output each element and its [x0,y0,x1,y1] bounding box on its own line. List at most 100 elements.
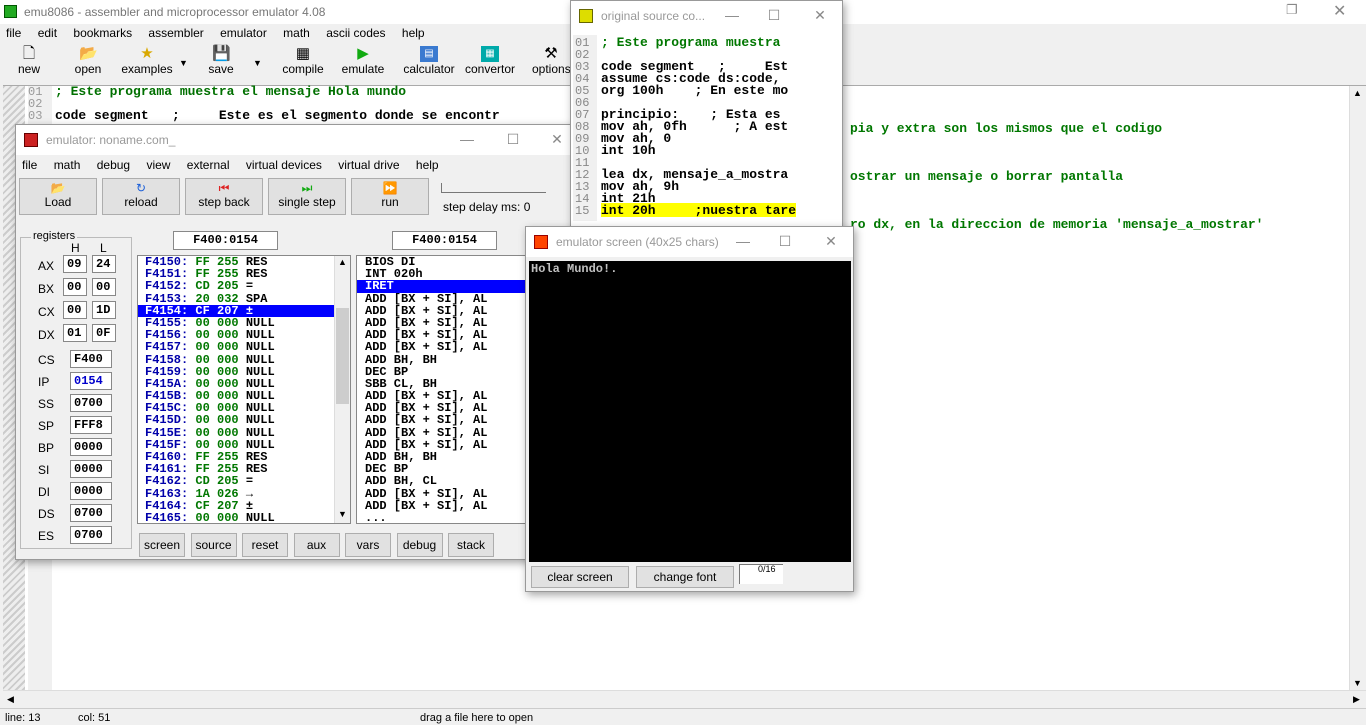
emulator-maximize-button[interactable]: ☐ [502,129,524,149]
register-sp[interactable]: FFF8 [70,416,112,434]
scroll-left-icon[interactable]: ◀ [7,694,14,705]
emu-menu-view[interactable]: view [146,158,170,172]
stack-button[interactable]: stack [448,533,494,557]
menu-assembler[interactable]: assembler [148,26,203,40]
step-delay-label: step delay ms: 0 [443,200,531,214]
register-cx-l[interactable]: 1D [92,301,116,319]
source-titlebar: original source co... — ☐ ✕ [571,1,842,31]
menu-file[interactable]: file [6,26,21,40]
emulate-button[interactable]: ▶ emulate [338,44,388,82]
editor-fragment: ostrar un mensaje o borrar pantalla [850,169,1124,184]
screen-app-icon [534,235,548,249]
emulator-titlebar: emulator: noname.com_ — ☐ ✕ [16,125,579,155]
single-step-icon: ⏭ [301,181,313,195]
register-bp[interactable]: 0000 [70,438,112,456]
register-ds[interactable]: 0700 [70,504,112,522]
display-output: Hola Mundo!. [531,262,618,276]
scroll-down-icon[interactable]: ▼ [338,509,347,519]
menu-help[interactable]: help [402,26,425,40]
source-close-button[interactable]: ✕ [809,5,831,25]
emu-menu-help[interactable]: help [416,158,439,172]
screen-title: emulator screen (40x25 chars) [556,235,719,249]
editor-vscrollbar[interactable]: ▲ ▼ [1349,86,1366,691]
examples-button[interactable]: ★ examples [118,44,176,82]
menu-ascii-codes[interactable]: ascii codes [326,26,385,40]
register-dx-h[interactable]: 01 [63,324,87,342]
source-button[interactable]: source [190,533,237,557]
screen-button[interactable]: screen [139,533,185,557]
emu-menu-external[interactable]: external [187,158,230,172]
emu-menu-debug[interactable]: debug [97,158,130,172]
reload-button[interactable]: ↻ reload [102,178,180,215]
register-bx-h[interactable]: 00 [63,278,87,296]
register-cx-h[interactable]: 00 [63,301,87,319]
menu-bookmarks[interactable]: bookmarks [73,26,132,40]
source-text: int 10h [601,143,656,158]
scroll-up-icon[interactable]: ▲ [1353,88,1362,98]
register-si[interactable]: 0000 [70,460,112,478]
convertor-button[interactable]: ▦ convertor [462,44,518,82]
convertor-icon: ▦ [481,46,499,62]
scroll-thumb[interactable] [336,308,349,404]
new-file-icon: 🗋 [22,45,36,62]
emu-menu-virtual-drive[interactable]: virtual drive [338,158,399,172]
clear-screen-button[interactable]: clear screen [531,566,629,588]
memory-scrollbar[interactable]: ▲ ▼ [334,256,350,523]
examples-dropdown-icon[interactable]: ▼ [179,58,188,68]
new-button[interactable]: 🗋 new [10,44,48,82]
main-close-button[interactable]: ✕ [1333,1,1346,21]
register-bx-l[interactable]: 00 [92,278,116,296]
load-button[interactable]: 📂 Load [19,178,97,215]
menu-math[interactable]: math [283,26,310,40]
editor-hscrollbar[interactable]: ◀ ▶ [3,690,1366,707]
step-delay-slider[interactable] [441,183,546,193]
screen-maximize-button[interactable]: ☐ [774,231,796,251]
memory-row[interactable]: F4165: 00 000 NULL [138,512,334,523]
run-button[interactable]: ⏩ run [351,178,429,215]
compile-button[interactable]: ▦ compile [278,44,328,82]
emulator-close-button[interactable]: ✕ [546,129,568,149]
register-cs[interactable]: F400 [70,350,112,368]
register-di[interactable]: 0000 [70,482,112,500]
source-maximize-button[interactable]: ☐ [763,5,785,25]
disasm-address-box[interactable]: F400:0154 [392,231,497,250]
emulator-minimize-button[interactable]: — [456,129,478,149]
scroll-down-icon[interactable]: ▼ [1353,678,1362,688]
register-dx-l[interactable]: 0F [92,324,116,342]
menu-edit[interactable]: edit [38,26,57,40]
options-button[interactable]: ⚒ options [532,44,570,82]
save-dropdown-icon[interactable]: ▼ [253,58,262,68]
aux-button[interactable]: aux [293,533,340,557]
screen-minimize-button[interactable]: — [732,231,754,251]
open-button[interactable]: 📂 open [66,44,110,82]
emu-menu-file[interactable]: file [22,158,37,172]
editor-fragment: ro dx, en la direccion de memoria 'mensa… [850,217,1264,232]
main-maximize-button[interactable]: ❐ [1286,2,1298,18]
memory-list[interactable]: F4150: FF 255 RES F4151: FF 255 RES F4152:… [137,255,351,524]
emu-menu-math[interactable]: math [54,158,81,172]
screen-close-button[interactable]: ✕ [820,231,842,251]
memory-address-box[interactable]: F400:0154 [173,231,278,250]
register-ip[interactable]: 0154 [70,372,112,390]
register-es[interactable]: 0700 [70,526,112,544]
scroll-right-icon[interactable]: ▶ [1353,694,1360,705]
emu-menu-virtual-devices[interactable]: virtual devices [246,158,322,172]
calculator-icon: ▤ [420,46,438,62]
calculator-button[interactable]: ▤ calculator [400,44,458,82]
change-font-button[interactable]: change font [636,566,734,588]
editor-line: ; Este programa muestra el mensaje Hola … [55,84,407,99]
scroll-up-icon[interactable]: ▲ [338,257,347,267]
source-minimize-button[interactable]: — [721,5,743,25]
register-ax-h[interactable]: 09 [63,255,87,273]
menu-emulator[interactable]: emulator [220,26,267,40]
register-ss[interactable]: 0700 [70,394,112,412]
debug-button[interactable]: debug [396,533,443,557]
register-h-label: H [71,241,80,255]
single-step-button[interactable]: ⏭ single step [268,178,346,215]
save-button[interactable]: 💾 save [200,44,242,82]
register-ax-l[interactable]: 24 [92,255,116,273]
step-back-button[interactable]: ⏮ step back [185,178,263,215]
vars-button[interactable]: vars [345,533,391,557]
register-label: CX [38,305,55,319]
reset-button[interactable]: reset [242,533,288,557]
